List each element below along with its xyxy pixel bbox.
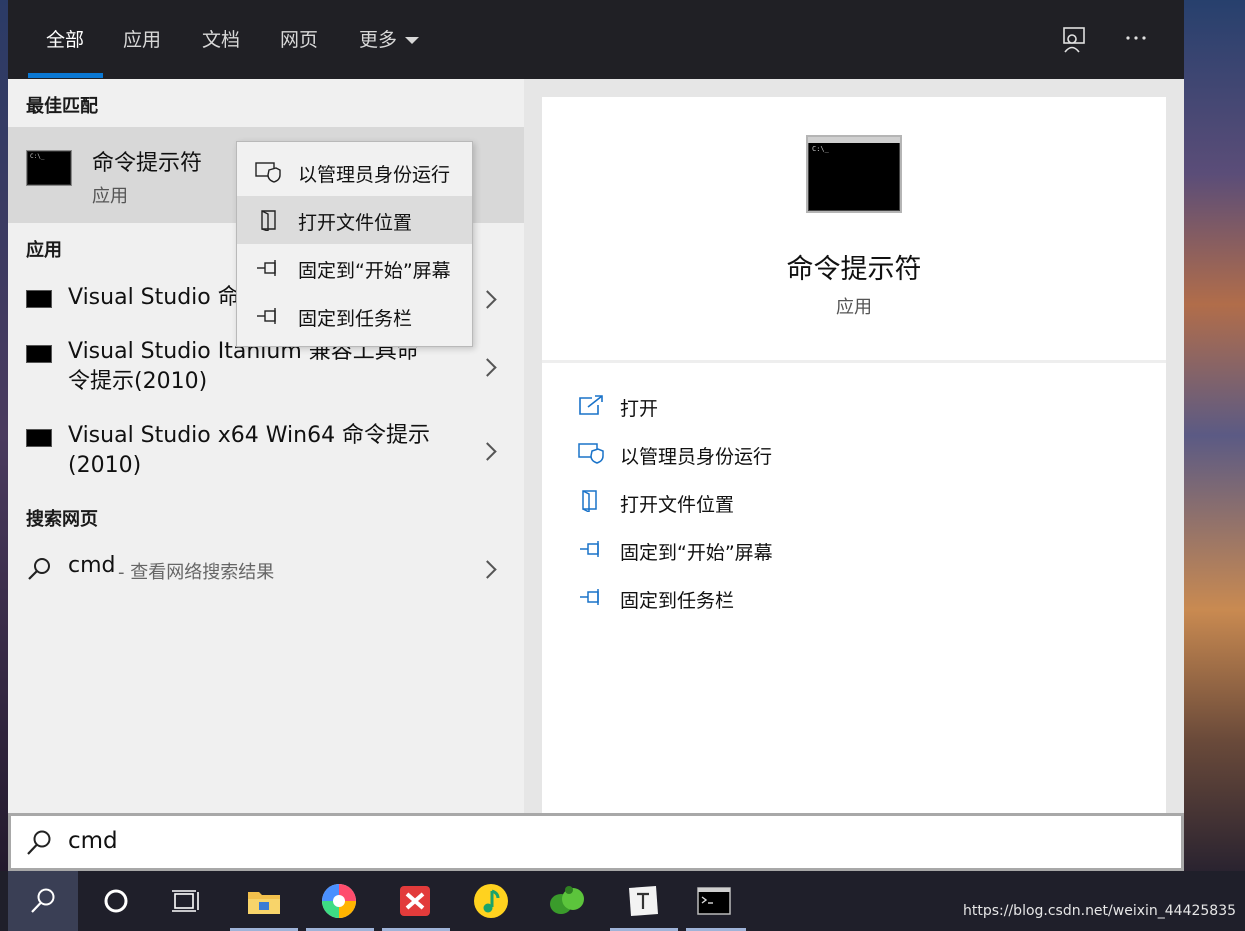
folder-location-icon (261, 210, 276, 231)
action-label: 固定到任务栏 (620, 590, 735, 612)
cmd-icon (26, 345, 52, 363)
cmd-icon: C:\_ (806, 135, 902, 213)
pin-icon (580, 541, 599, 557)
taskbar-app-cmd[interactable] (686, 871, 746, 931)
web-hint: - 查看网络搜索结果 (118, 562, 275, 583)
tab-web[interactable]: 网页 (280, 22, 318, 58)
task-view-icon (172, 890, 199, 912)
tab-more[interactable]: 更多 (359, 22, 420, 58)
chevron-down-icon (405, 37, 420, 44)
taskbar-app-leaf[interactable] (534, 871, 602, 931)
web-query: cmd (68, 553, 116, 578)
search-icon (31, 888, 55, 913)
chevron-right-icon[interactable] (478, 358, 497, 377)
cmd-icon-glyph: C:\_ (812, 145, 829, 153)
context-open-file-location[interactable]: 打开文件位置 (237, 196, 472, 244)
divider (542, 360, 1166, 363)
action-pin-to-taskbar[interactable]: 固定到任务栏 (542, 578, 1166, 618)
action-label: 打开 (620, 398, 659, 420)
context-label: 固定到“开始”屏幕 (298, 260, 451, 282)
search-query: cmd (68, 828, 118, 854)
typora-icon (629, 886, 658, 916)
preview-subtitle: 应用 (836, 297, 872, 318)
more-options-icon[interactable] (1122, 25, 1152, 55)
search-box: cmd (8, 813, 1184, 871)
context-label: 打开文件位置 (298, 212, 413, 234)
tab-all[interactable]: 全部 (46, 22, 84, 58)
chevron-right-icon[interactable] (478, 560, 497, 579)
app-leaf-icon (550, 886, 584, 914)
cmd-icon (697, 887, 731, 915)
cortana-icon (104, 889, 128, 913)
tab-apps[interactable]: 应用 (123, 22, 161, 58)
open-icon (579, 395, 603, 415)
desktop-wallpaper-left (0, 0, 8, 871)
pin-icon (580, 589, 599, 605)
tab-documents[interactable]: 文档 (202, 22, 240, 58)
web-search-item[interactable]: cmd - 查看网络搜索结果 (8, 549, 524, 589)
app-label-line2: 令提示(2010) (68, 369, 208, 394)
file-explorer-icon (248, 892, 280, 914)
taskbar-app-browser[interactable] (306, 871, 374, 931)
taskbar-search-button[interactable] (8, 871, 78, 931)
list-item-app[interactable]: Visual Studio x64 Win64 命令提示 (2010) (8, 421, 524, 485)
search-icon (28, 558, 50, 580)
browser-pinwheel-icon (322, 884, 356, 918)
action-open-file-location[interactable]: 打开文件位置 (542, 482, 1166, 522)
watermark: https://blog.csdn.net/weixin_44425835 (963, 903, 1237, 919)
search-input[interactable]: cmd (11, 816, 1181, 868)
cmd-icon: C:\_ (26, 150, 72, 186)
cmd-icon-glyph: C:\_ (30, 153, 45, 160)
app-label-line1: Visual Studio x64 Win64 命令提示 (68, 423, 431, 448)
context-label: 以管理员身份运行 (298, 164, 451, 186)
taskbar-file-explorer[interactable] (230, 871, 298, 931)
cmd-icon (26, 429, 52, 447)
feedback-icon[interactable] (1060, 25, 1090, 55)
context-pin-to-start[interactable]: 固定到“开始”屏幕 (237, 244, 472, 292)
taskbar (0, 871, 1245, 931)
music-icon (474, 884, 508, 918)
section-apps: 应用 (26, 240, 62, 261)
action-run-as-admin[interactable]: 以管理员身份运行 (542, 434, 1166, 474)
taskbar-app-xmind[interactable] (382, 871, 450, 931)
shield-icon (578, 443, 604, 464)
chevron-right-icon[interactable] (478, 442, 497, 461)
pin-icon (257, 308, 276, 324)
app-label-line2: (2010) (68, 453, 142, 478)
taskbar-app-typora[interactable] (610, 871, 678, 931)
taskbar-cortana-button[interactable] (80, 871, 150, 931)
section-web-search: 搜索网页 (26, 509, 98, 530)
context-menu: 以管理员身份运行 打开文件位置 固定到“开始”屏幕 固定到任务栏 (236, 141, 473, 347)
taskbar-task-view-button[interactable] (150, 871, 220, 931)
search-panel: 全部 应用 文档 网页 更多 最佳匹配 C:\_ 命令提示符 应用 应用 Vis… (8, 0, 1184, 871)
desktop-wallpaper-right (1184, 0, 1245, 871)
xmind-icon (400, 886, 430, 916)
action-label: 打开文件位置 (620, 494, 735, 516)
cmd-icon (26, 290, 52, 308)
preview-title: 命令提示符 (786, 254, 922, 285)
chevron-right-icon[interactable] (478, 290, 497, 309)
pin-icon (257, 260, 276, 276)
taskbar-app-music[interactable] (458, 871, 526, 931)
preview-pane: C:\_ 命令提示符 应用 打开 以管理员身份运行 打开文件位置 固定到“开始”… (542, 97, 1166, 813)
action-label: 固定到“开始”屏幕 (620, 542, 773, 564)
section-best-match: 最佳匹配 (26, 96, 98, 117)
action-label: 以管理员身份运行 (620, 446, 773, 468)
active-tab-indicator (28, 73, 103, 78)
context-run-as-admin[interactable]: 以管理员身份运行 (237, 148, 472, 196)
tab-more-label: 更多 (359, 29, 398, 51)
best-match-subtitle: 应用 (92, 186, 128, 207)
search-icon (27, 830, 51, 855)
action-pin-to-start[interactable]: 固定到“开始”屏幕 (542, 530, 1166, 570)
search-filter-bar: 全部 应用 文档 网页 更多 (8, 0, 1184, 79)
context-label: 固定到任务栏 (298, 308, 413, 330)
folder-location-icon (582, 490, 597, 512)
context-pin-to-taskbar[interactable]: 固定到任务栏 (237, 292, 472, 340)
shield-icon (255, 162, 281, 183)
action-open[interactable]: 打开 (542, 386, 1166, 426)
best-match-title: 命令提示符 (92, 151, 203, 176)
